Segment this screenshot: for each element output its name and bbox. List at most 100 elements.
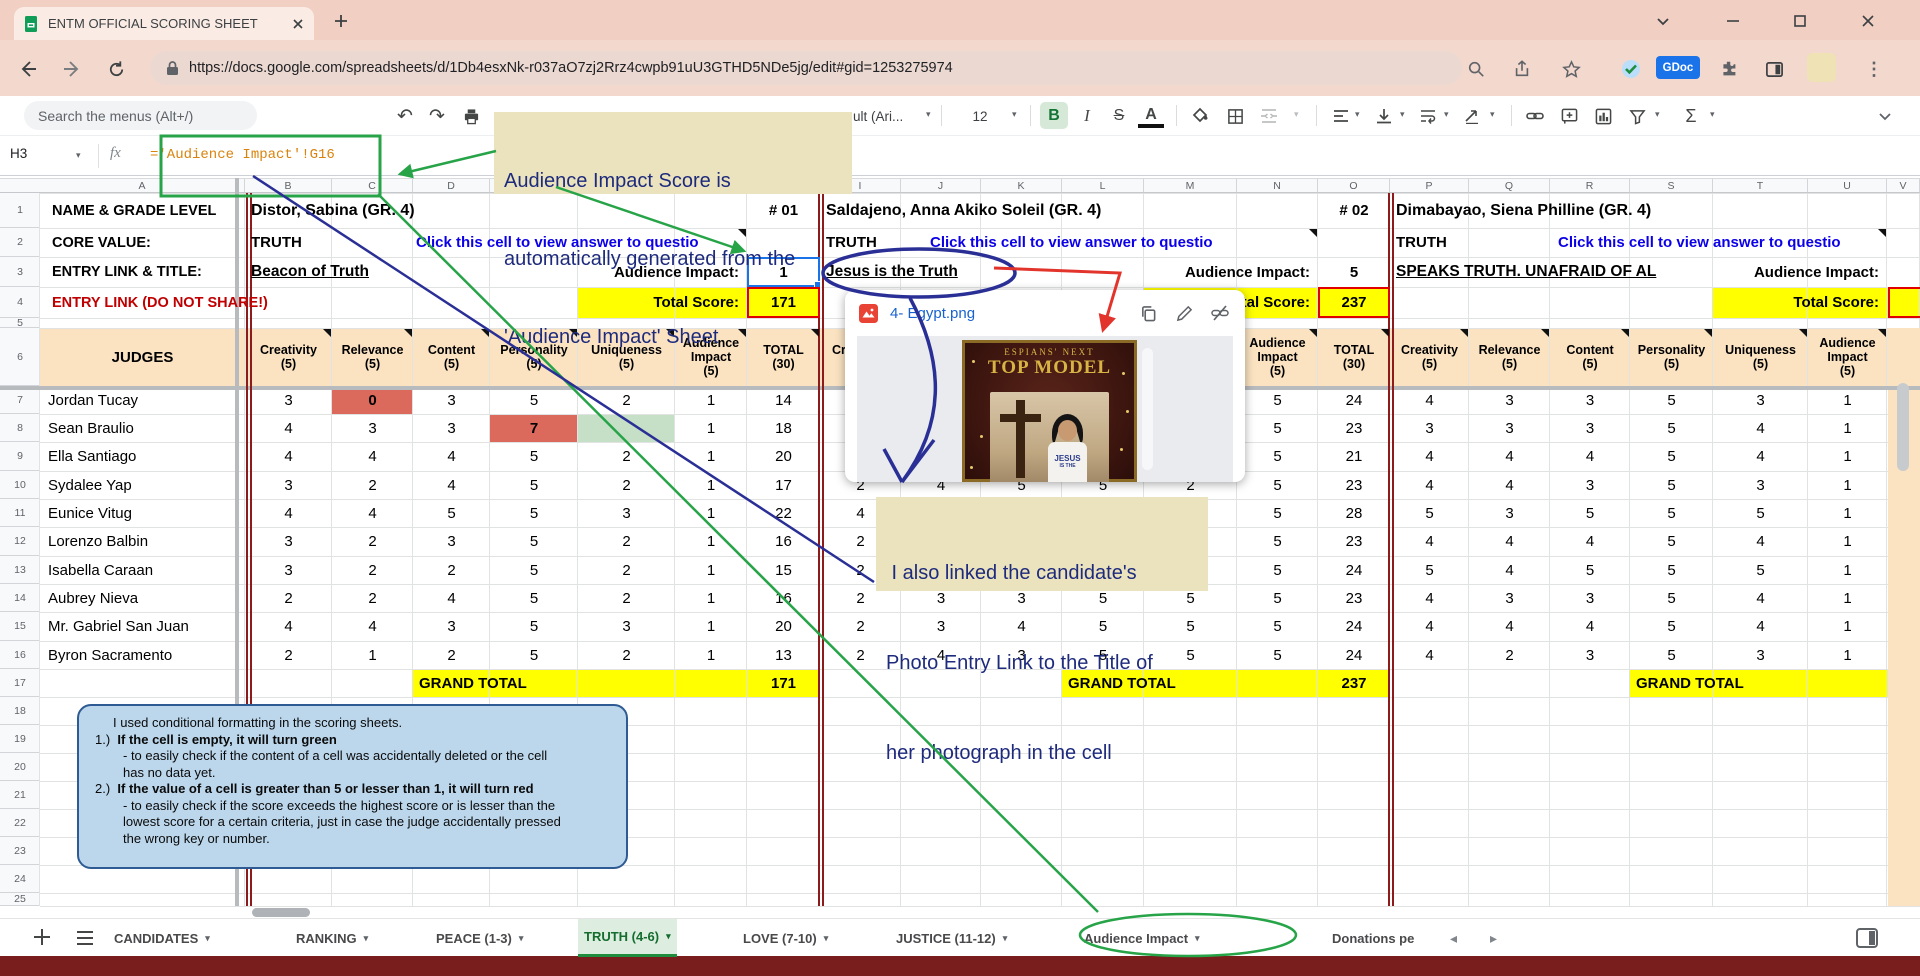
score-cell[interactable]: 4	[245, 499, 332, 527]
score-cell[interactable]: 5	[1630, 612, 1713, 641]
score-cell[interactable]: 1	[1808, 499, 1887, 527]
score-cell[interactable]: 4	[1469, 471, 1550, 499]
criteria-header[interactable]: Content (5)	[413, 328, 490, 386]
score-cell[interactable]: 15	[747, 556, 820, 584]
column-header-Q[interactable]: Q	[1469, 179, 1550, 192]
score-cell[interactable]: 2	[578, 641, 675, 669]
row-header-14[interactable]: 14	[0, 584, 40, 612]
score-cell[interactable]: 1	[675, 527, 747, 556]
score-cell[interactable]: 3	[332, 414, 413, 442]
score-cell[interactable]: 5	[1630, 641, 1713, 669]
score-cell[interactable]: 1	[675, 442, 747, 471]
score-cell[interactable]: 4	[1469, 442, 1550, 471]
row-header-25[interactable]: 25	[0, 893, 40, 906]
column-header-M[interactable]: M	[1144, 179, 1237, 192]
score-cell[interactable]: 3	[1713, 471, 1808, 499]
tab-ranking[interactable]: RANKING ▾	[290, 919, 374, 957]
row-header-3[interactable]: 3	[0, 257, 40, 287]
score-cell[interactable]: 2	[332, 527, 413, 556]
criteria-header[interactable]: Relevance (5)	[332, 328, 413, 386]
tab-donations[interactable]: Donations pe	[1326, 919, 1430, 957]
column-header-L[interactable]: L	[1062, 179, 1144, 192]
row-header-22[interactable]: 22	[0, 809, 40, 837]
score-cell[interactable]: 2	[578, 442, 675, 471]
row-header-2[interactable]: 2	[0, 228, 40, 257]
score-cell[interactable]: 5	[1630, 442, 1713, 471]
score-cell[interactable]: 5	[1237, 386, 1318, 414]
row-header-17[interactable]: 17	[0, 669, 40, 697]
score-cell[interactable]: 4	[1390, 386, 1469, 414]
column-header-O[interactable]: O	[1318, 179, 1390, 192]
score-cell[interactable]: 3	[1713, 641, 1808, 669]
score-cell[interactable]: 4	[332, 499, 413, 527]
candidate-name[interactable]: Saldajeno, Anna Akiko Soleil (GR. 4)	[826, 193, 1386, 228]
score-cell[interactable]: 16	[747, 584, 820, 612]
score-cell[interactable]: 5	[490, 556, 578, 584]
row-header-24[interactable]: 24	[0, 865, 40, 893]
score-cell[interactable]: 2	[578, 584, 675, 612]
criteria-header[interactable]: TOTAL (30)	[1318, 328, 1390, 386]
score-cell[interactable]: 4	[1390, 612, 1469, 641]
add-sheet-icon[interactable]	[32, 927, 52, 947]
score-cell[interactable]: 4	[413, 471, 490, 499]
score-cell[interactable]: 24	[1318, 641, 1390, 669]
row-header-13[interactable]: 13	[0, 556, 40, 584]
judge-name[interactable]: Sydalee Yap	[48, 471, 240, 499]
score-cell[interactable]: 2	[413, 641, 490, 669]
side-panel-icon[interactable]	[1855, 926, 1879, 950]
score-cell[interactable]: 5	[1237, 499, 1318, 527]
judge-name[interactable]: Mr. Gabriel San Juan	[48, 612, 240, 641]
tab-scroll-right-icon[interactable]: ▸	[1490, 930, 1497, 947]
score-cell[interactable]: 2	[332, 556, 413, 584]
score-cell[interactable]: 4	[1713, 584, 1808, 612]
score-cell[interactable]: 5	[1237, 641, 1318, 669]
tab-justice[interactable]: JUSTICE (11-12) ▾	[890, 919, 1013, 957]
score-cell[interactable]: 3	[1550, 386, 1630, 414]
score-cell[interactable]: 5	[1630, 527, 1713, 556]
score-cell[interactable]: 3	[1550, 641, 1630, 669]
candidate-number[interactable]: # 02	[1318, 193, 1390, 228]
score-cell[interactable]: 3	[1469, 414, 1550, 442]
row-header-9[interactable]: 9	[0, 442, 40, 471]
edit-pencil-icon[interactable]	[1173, 302, 1195, 324]
judge-name[interactable]: Ella Santiago	[48, 442, 240, 471]
score-cell[interactable]: 5	[1630, 386, 1713, 414]
score-cell[interactable]: 1	[675, 584, 747, 612]
tab-truth-active[interactable]: TRUTH (4-6) ▾	[578, 919, 677, 957]
score-cell[interactable]: 5	[1550, 556, 1630, 584]
score-cell[interactable]: 1	[675, 612, 747, 641]
core-value[interactable]: TRUTH	[251, 228, 371, 257]
score-cell[interactable]: 5	[490, 471, 578, 499]
row-header-12[interactable]: 12	[0, 527, 40, 556]
score-cell[interactable]: 23	[1318, 584, 1390, 612]
score-cell[interactable]: 2	[578, 556, 675, 584]
row-header-19[interactable]: 19	[0, 725, 40, 753]
score-cell[interactable]: 2	[332, 471, 413, 499]
score-cell[interactable]: 4	[245, 612, 332, 641]
score-cell[interactable]: 5	[1237, 471, 1318, 499]
row-header-23[interactable]: 23	[0, 837, 40, 865]
score-cell[interactable]: 4	[1469, 527, 1550, 556]
score-cell[interactable]: 1	[1808, 584, 1887, 612]
score-cell[interactable]: 4	[1713, 527, 1808, 556]
score-cell[interactable]: 3	[413, 612, 490, 641]
criteria-header[interactable]: Content (5)	[1550, 328, 1630, 386]
row-header-20[interactable]: 20	[0, 753, 40, 781]
score-cell[interactable]: 5	[1237, 527, 1318, 556]
score-cell[interactable]: 5	[1390, 499, 1469, 527]
score-cell[interactable]: 5	[1237, 414, 1318, 442]
column-header-S[interactable]: S	[1630, 179, 1713, 192]
score-cell[interactable]: 21	[1318, 442, 1390, 471]
score-cell[interactable]: 23	[1318, 527, 1390, 556]
score-cell[interactable]: 5	[490, 641, 578, 669]
score-cell[interactable]: 4	[1390, 584, 1469, 612]
tab-peace[interactable]: PEACE (1-3) ▾	[430, 919, 529, 957]
score-cell[interactable]: 0	[332, 386, 413, 414]
criteria-header[interactable]: Uniqueness (5)	[1713, 328, 1808, 386]
score-cell[interactable]: 3	[1550, 471, 1630, 499]
score-cell[interactable]: 1	[1808, 556, 1887, 584]
column-header-T[interactable]: T	[1713, 179, 1808, 192]
score-cell[interactable]: 5	[1630, 499, 1713, 527]
score-cell[interactable]: 1	[1808, 414, 1887, 442]
score-cell[interactable]: 5	[1237, 584, 1318, 612]
